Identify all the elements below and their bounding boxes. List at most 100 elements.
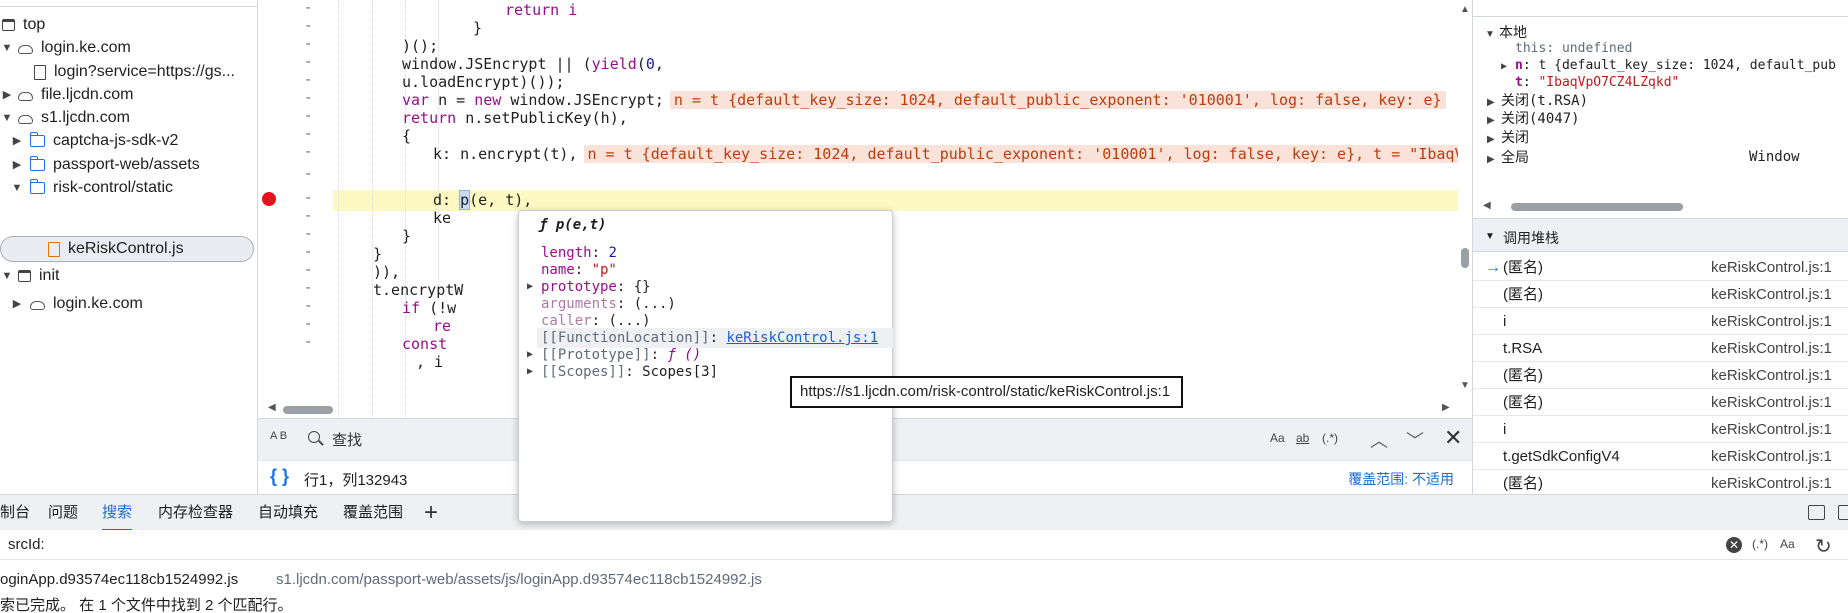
whole-word-button[interactable]: ab xyxy=(1296,431,1309,445)
frame-name: (匿名) xyxy=(1503,475,1543,492)
scope-global[interactable]: ▶ 全局 Window xyxy=(1487,147,1847,167)
expanded-arrow-icon[interactable]: ▼ xyxy=(0,263,14,289)
result-file-name[interactable]: oginApp.d93574ec118cb1524992.js xyxy=(0,571,238,588)
frame-location[interactable]: keRiskControl.js:1 xyxy=(1711,335,1832,362)
call-stack-frame[interactable]: i keRiskControl.js:1 xyxy=(1473,308,1848,335)
clear-search-icon[interactable]: ✕ xyxy=(1726,537,1742,553)
frame-location[interactable]: keRiskControl.js:1 xyxy=(1711,443,1832,470)
next-match-button[interactable]: ﹀ xyxy=(1406,427,1424,453)
call-stack-frame[interactable]: → (匿名) keRiskControl.js:1 xyxy=(1473,254,1848,281)
gutter-dash: - xyxy=(304,280,313,296)
hovered-token[interactable]: p xyxy=(459,190,471,210)
previous-match-button[interactable]: ︿ xyxy=(1370,427,1388,453)
call-stack-frame[interactable]: t.RSA keRiskControl.js:1 xyxy=(1473,335,1848,362)
inline-value: n = t {default_key_size: 1024, default_p… xyxy=(669,91,1446,109)
refresh-icon[interactable]: ↻ xyxy=(1815,534,1832,559)
cursor-position: 行1，列132943 xyxy=(304,472,408,489)
breakpoint-marker[interactable] xyxy=(262,192,276,206)
close-icon[interactable]: ✕ xyxy=(1444,425,1462,451)
collapsed-arrow-icon[interactable]: ▶ xyxy=(527,277,533,297)
call-stack-header[interactable]: ▼ 调用堆栈 xyxy=(1473,218,1848,252)
scroll-thumb[interactable] xyxy=(1511,203,1683,211)
tab-console[interactable]: 制台 xyxy=(0,495,30,531)
frame-location[interactable]: keRiskControl.js:1 xyxy=(1711,389,1832,416)
tree-item-captcha[interactable]: ▶ captcha-js-sdk-v2 xyxy=(10,128,178,154)
indent-guide xyxy=(338,0,339,418)
collapsed-arrow-icon[interactable]: ▶ xyxy=(1501,57,1515,77)
frame-location[interactable]: keRiskControl.js:1 xyxy=(1711,281,1832,308)
expanded-arrow-icon[interactable]: ▼ xyxy=(0,35,14,61)
collapsed-arrow-icon[interactable]: ▶ xyxy=(10,291,24,317)
file-tree: top ▼ login.ke.com login?service=https:/… xyxy=(0,0,258,494)
replace-toggle-icon[interactable]: A B xyxy=(270,430,287,442)
tab-autofill[interactable]: 自动填充 xyxy=(258,495,318,531)
collapsed-arrow-icon[interactable]: ▶ xyxy=(10,128,24,154)
gutter-dash: - xyxy=(304,72,313,88)
code-line: ke xyxy=(433,209,452,227)
regex-button[interactable]: (.*) xyxy=(1752,537,1768,551)
gutter-dash: - xyxy=(304,334,313,350)
frame-location[interactable]: keRiskControl.js:1 xyxy=(1711,308,1832,335)
folder-icon xyxy=(30,179,45,194)
gutter-dash: - xyxy=(304,126,313,142)
tree-item-keriskcontrol[interactable]: keRiskControl.js xyxy=(0,236,254,262)
scroll-down-arrow-icon[interactable]: ▼ xyxy=(1460,380,1470,391)
cloud-icon xyxy=(30,301,45,310)
scope-closure-rsa[interactable]: ▶ 关闭(t.RSA) xyxy=(1487,90,1588,110)
popover-prop-scopes[interactable]: ▶ [[Scopes]]: Scopes[3] xyxy=(527,362,718,382)
coverage-link[interactable]: 覆盖范围: 不适用 xyxy=(1348,469,1454,489)
scroll-up-arrow-icon[interactable]: ▲ xyxy=(1460,4,1470,15)
expanded-arrow-icon[interactable]: ▼ xyxy=(10,175,24,201)
frame-name: t.getSdkConfigV4 xyxy=(1503,448,1620,465)
gutter-dash: - xyxy=(304,298,313,314)
pretty-print-icon[interactable]: { } xyxy=(270,466,289,487)
frame-icon xyxy=(2,19,15,31)
add-tab-button[interactable]: + xyxy=(424,499,438,527)
scroll-left-arrow-icon[interactable]: ◀ xyxy=(1483,200,1491,211)
code-line: return i xyxy=(505,1,578,19)
scroll-right-arrow-icon[interactable]: ▶ xyxy=(1442,402,1450,413)
regex-button[interactable]: (.*) xyxy=(1322,431,1338,445)
frame-name: i xyxy=(1503,313,1507,330)
expanded-arrow-icon: ▼ xyxy=(1485,231,1495,242)
scope-closure[interactable]: ▶ 关闭 xyxy=(1487,127,1529,147)
scope-horizontal-scrollbar[interactable]: ◀ xyxy=(1483,200,1848,212)
call-stack-frame[interactable]: (匿名) keRiskControl.js:1 xyxy=(1473,470,1848,494)
call-stack-frame[interactable]: i keRiskControl.js:1 xyxy=(1473,416,1848,443)
tree-item-login-ke-2[interactable]: ▶ login.ke.com xyxy=(10,291,143,317)
code-line: k: n.encrypt(t), n = t {default_key_size:… xyxy=(433,144,1458,165)
match-case-button[interactable]: Aa xyxy=(1270,431,1285,445)
tab-search[interactable]: 搜索 xyxy=(102,495,133,531)
editor-vertical-scrollbar[interactable]: ▲ ▼ xyxy=(1458,0,1472,418)
match-case-button[interactable]: Aa xyxy=(1780,537,1795,551)
tree-item-login-ke[interactable]: ▼ login.ke.com xyxy=(0,35,131,61)
function-location-link[interactable]: keRiskControl.js:1 xyxy=(726,330,878,346)
scroll-thumb[interactable] xyxy=(1461,248,1469,268)
cloud-icon xyxy=(18,115,33,124)
gutter-dash: - xyxy=(304,262,313,278)
code-line: } xyxy=(402,227,412,245)
frame-location[interactable]: keRiskControl.js:1 xyxy=(1711,470,1832,494)
frame-location[interactable]: keRiskControl.js:1 xyxy=(1711,416,1832,443)
tree-item-init-frame[interactable]: ▼ init xyxy=(0,263,60,289)
frame-location[interactable]: keRiskControl.js:1 xyxy=(1711,254,1832,281)
tab-memory-inspector[interactable]: 内存检查器 xyxy=(158,495,233,531)
collapsed-arrow-icon[interactable]: ▶ xyxy=(527,362,533,382)
call-stack-frame[interactable]: t.getSdkConfigV4 keRiskControl.js:1 xyxy=(1473,443,1848,470)
call-stack-frame[interactable]: (匿名) keRiskControl.js:1 xyxy=(1473,281,1848,308)
tab-issues[interactable]: 问题 xyxy=(48,495,78,531)
debugger-sidebar: ▼ 本地 this: undefined ▶ n: t {default_key_s… xyxy=(1472,0,1848,494)
panel-layout-icon[interactable] xyxy=(1838,505,1848,520)
gutter-dash: - xyxy=(304,18,313,34)
dock-icon[interactable] xyxy=(1808,505,1825,520)
scroll-left-arrow-icon[interactable]: ◀ xyxy=(268,402,276,413)
tab-coverage[interactable]: 覆盖范围 xyxy=(343,495,403,531)
call-stack-frame[interactable]: (匿名) keRiskControl.js:1 xyxy=(1473,362,1848,389)
search-result-row[interactable]: oginApp.d93574ec118cb1524992.js s1.ljcdn… xyxy=(0,568,1848,592)
scope-closure-4047[interactable]: ▶ 关闭(4047) xyxy=(1487,108,1580,128)
frame-location[interactable]: keRiskControl.js:1 xyxy=(1711,362,1832,389)
tree-item-risk-control[interactable]: ▼ risk-control/static xyxy=(10,175,173,201)
scroll-thumb[interactable] xyxy=(283,406,333,414)
search-query-input[interactable]: srcId: xyxy=(8,536,45,553)
call-stack-frame[interactable]: (匿名) keRiskControl.js:1 xyxy=(1473,389,1848,416)
